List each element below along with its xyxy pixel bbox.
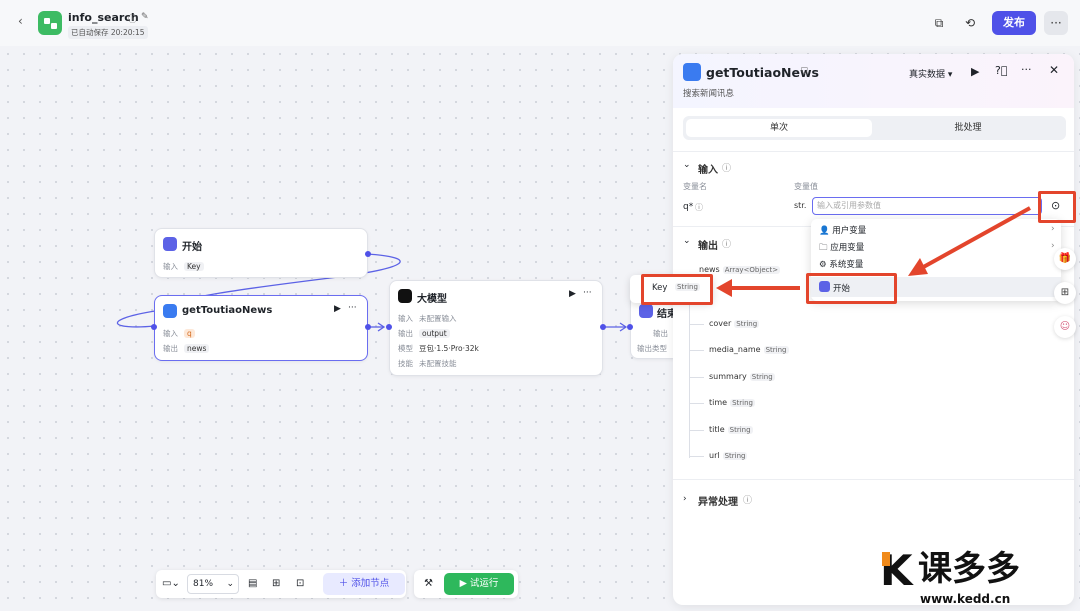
annotation-arrows	[716, 206, 1031, 297]
fit-icon[interactable]: ⊡	[296, 578, 304, 589]
debug-icon[interactable]: ⚒	[424, 578, 433, 589]
assistant-icon[interactable]: ☺	[1054, 316, 1076, 338]
layout-icon[interactable]: ⊞	[272, 578, 280, 589]
gift-icon[interactable]: 🎁	[1054, 248, 1076, 270]
zoom-select[interactable]: 81% ⌄	[187, 574, 239, 594]
apps-icon[interactable]: ⊞	[1054, 282, 1076, 304]
minimap-icon[interactable]: ▭⌄	[162, 578, 180, 589]
test-run-button[interactable]: ▶ 试运行	[444, 573, 514, 595]
add-node-button[interactable]: ＋ 添加节点	[323, 573, 405, 595]
comment-icon[interactable]: ▤	[248, 578, 257, 589]
